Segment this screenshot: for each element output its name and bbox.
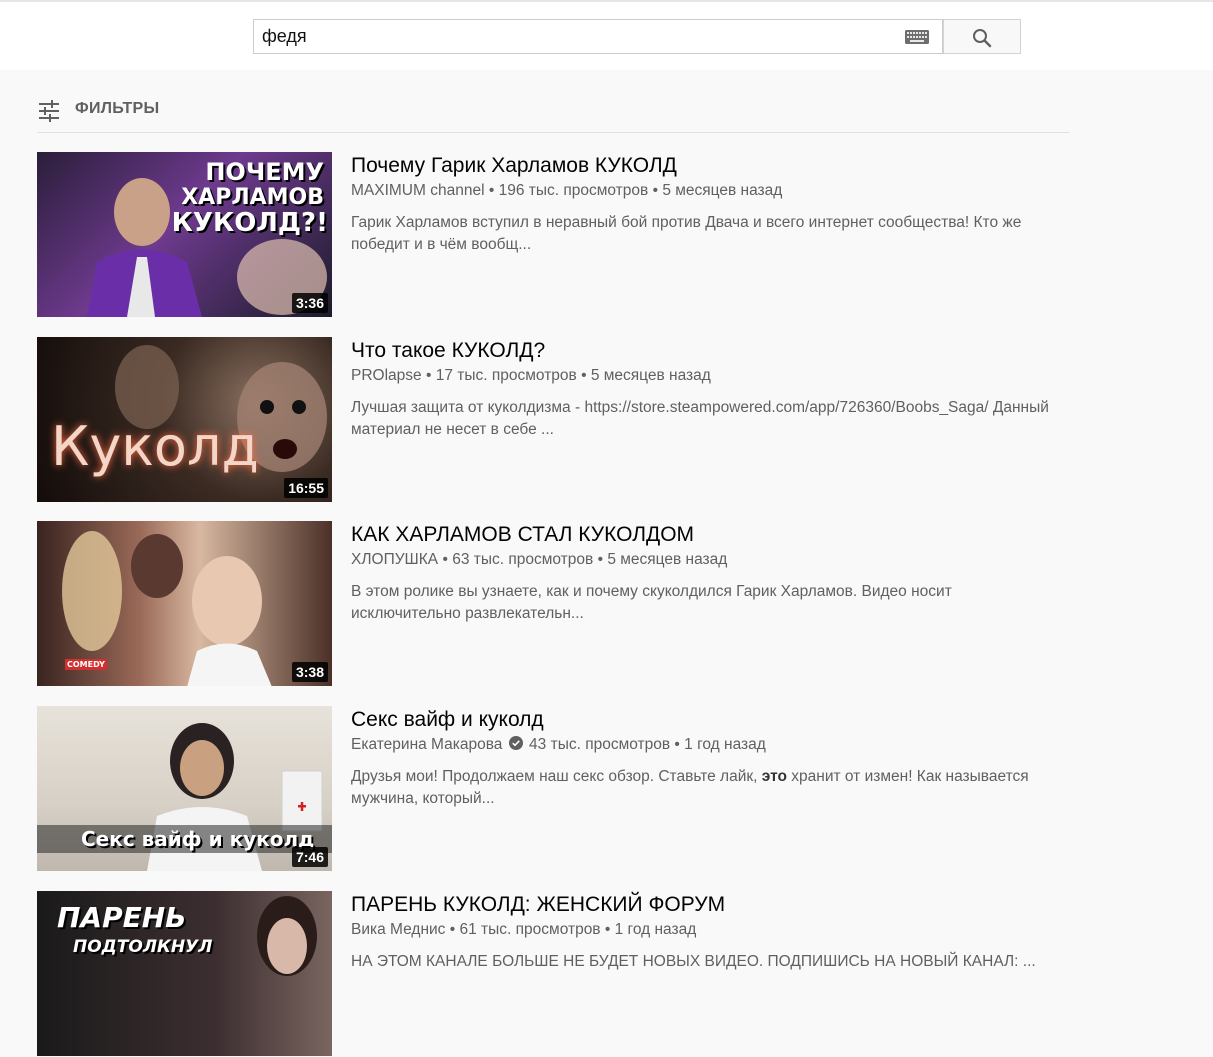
search-icon bbox=[973, 29, 992, 48]
separator: • bbox=[674, 736, 680, 753]
video-thumbnail[interactable]: ПОЧЕМУ ХАРЛАМОВ КУКОЛД?! 3:36 bbox=[37, 152, 332, 317]
video-thumbnail[interactable]: Куколд 16:55 bbox=[37, 337, 332, 502]
video-meta: ХЛОПУШКА • 63 тыс. просмотров • 5 месяце… bbox=[351, 551, 727, 569]
separator: • bbox=[604, 921, 611, 938]
filters-label: ФИЛЬТРЫ bbox=[75, 100, 160, 117]
search-box[interactable] bbox=[253, 19, 943, 54]
video-description: В этом ролике вы узнаете, как и почему с… bbox=[351, 583, 952, 622]
view-count: 43 тыс. просмотров bbox=[529, 736, 671, 753]
video-result[interactable]: ПОЧЕМУ ХАРЛАМОВ КУКОЛД?! 3:36 Почему Гар… bbox=[37, 152, 1077, 318]
video-result[interactable]: Секс вайф и куколд 7:46 Секс вайф и куко… bbox=[37, 706, 1077, 872]
thumbnail-text: Куколд bbox=[51, 415, 259, 478]
upload-age: 5 месяцев назад bbox=[590, 367, 711, 384]
video-title[interactable]: Что такое КУКОЛД? bbox=[351, 339, 545, 363]
separator: • bbox=[581, 367, 587, 384]
duration-badge: 7:46 bbox=[291, 847, 328, 867]
divider bbox=[37, 132, 1070, 133]
channel-logo: COMEDY bbox=[65, 659, 107, 670]
video-meta: Екатерина Макарова 43 тыс. просмотров • … bbox=[351, 736, 766, 754]
upload-age: 5 месяцев назад bbox=[662, 182, 783, 199]
verified-icon bbox=[508, 736, 523, 750]
video-description: Лучшая защита от куколдизма - https://st… bbox=[351, 399, 1049, 438]
top-bar bbox=[0, 0, 1213, 70]
separator: • bbox=[652, 182, 658, 199]
channel-name[interactable]: PROlapse bbox=[351, 367, 422, 385]
video-title[interactable]: КАК ХАРЛАМОВ СТАЛ КУКОЛДОМ bbox=[351, 523, 694, 547]
thumbnail-text: ПОДТОЛКНУЛ bbox=[73, 937, 213, 957]
video-description: Друзья мои! Продолжаем наш секс обзор. С… bbox=[351, 766, 1061, 810]
channel-name[interactable]: ХЛОПУШКА bbox=[351, 551, 438, 569]
video-thumbnail[interactable]: COMEDY 3:38 bbox=[37, 521, 332, 686]
separator: • bbox=[425, 367, 432, 384]
separator: • bbox=[442, 551, 448, 568]
thumbnail-text: ПОЧЕМУ bbox=[205, 158, 324, 186]
channel-name[interactable]: Екатерина Макарова bbox=[351, 736, 502, 754]
view-count: 61 тыс. просмотров bbox=[459, 921, 601, 938]
thumbnail-text: КУКОЛД?! bbox=[171, 208, 328, 238]
duration-badge: 16:55 bbox=[284, 478, 328, 498]
video-title[interactable]: Почему Гарик Харламов КУКОЛД bbox=[351, 154, 677, 178]
separator: • bbox=[488, 182, 495, 199]
view-count: 196 тыс. просмотров bbox=[498, 182, 649, 199]
thumbnail-text: Секс вайф и куколд bbox=[81, 827, 315, 851]
channel-name[interactable]: Вика Меднис bbox=[351, 921, 445, 939]
duration-badge: 3:36 bbox=[291, 293, 328, 313]
search-input[interactable] bbox=[262, 20, 892, 53]
view-count: 17 тыс. просмотров bbox=[435, 367, 577, 384]
separator: • bbox=[597, 551, 603, 568]
video-title[interactable]: Секс вайф и куколд bbox=[351, 708, 544, 732]
video-meta: Вика Меднис • 61 тыс. просмотров • 1 год… bbox=[351, 921, 696, 939]
description-text: Друзья мои! Продолжаем наш секс обзор. С… bbox=[351, 768, 762, 785]
video-description: Гарик Харламов вступил в неравный бой пр… bbox=[351, 214, 1022, 253]
video-thumbnail[interactable]: ПАРЕНЬ ПОДТОЛКНУЛ bbox=[37, 891, 332, 1056]
description-highlight: это bbox=[761, 768, 787, 785]
keyboard-icon[interactable] bbox=[905, 30, 929, 44]
upload-age: 1 год назад bbox=[614, 921, 697, 938]
video-description: НА ЭТОМ КАНАЛЕ БОЛЬШЕ НЕ БУДЕТ НОВЫХ ВИД… bbox=[351, 953, 1036, 970]
video-meta: MAXIMUM channel • 196 тыс. просмотров • … bbox=[351, 182, 782, 200]
video-thumbnail[interactable]: Секс вайф и куколд 7:46 bbox=[37, 706, 332, 871]
video-result[interactable]: COMEDY 3:38 КАК ХАРЛАМОВ СТАЛ КУКОЛДОМ Х… bbox=[37, 521, 1077, 687]
video-title[interactable]: ПАРЕНЬ КУКОЛД: ЖЕНСКИЙ ФОРУМ bbox=[351, 893, 725, 917]
tune-icon bbox=[39, 100, 59, 122]
video-result[interactable]: ПАРЕНЬ ПОДТОЛКНУЛ ПАРЕНЬ КУКОЛД: ЖЕНСКИЙ… bbox=[37, 891, 1077, 1057]
video-result[interactable]: Куколд 16:55 Что такое КУКОЛД? PROlapse … bbox=[37, 337, 1077, 503]
duration-badge: 3:38 bbox=[291, 662, 328, 682]
thumbnail-text: ПАРЕНЬ bbox=[57, 901, 187, 934]
view-count: 63 тыс. просмотров bbox=[452, 551, 594, 568]
video-meta: PROlapse • 17 тыс. просмотров • 5 месяце… bbox=[351, 367, 711, 385]
upload-age: 1 год назад bbox=[684, 736, 766, 753]
separator: • bbox=[449, 921, 456, 938]
channel-name[interactable]: MAXIMUM channel bbox=[351, 182, 485, 200]
thumbnail-text: ХАРЛАМОВ bbox=[181, 185, 324, 210]
search-button[interactable] bbox=[943, 19, 1021, 54]
upload-age: 5 месяцев назад bbox=[607, 551, 728, 568]
